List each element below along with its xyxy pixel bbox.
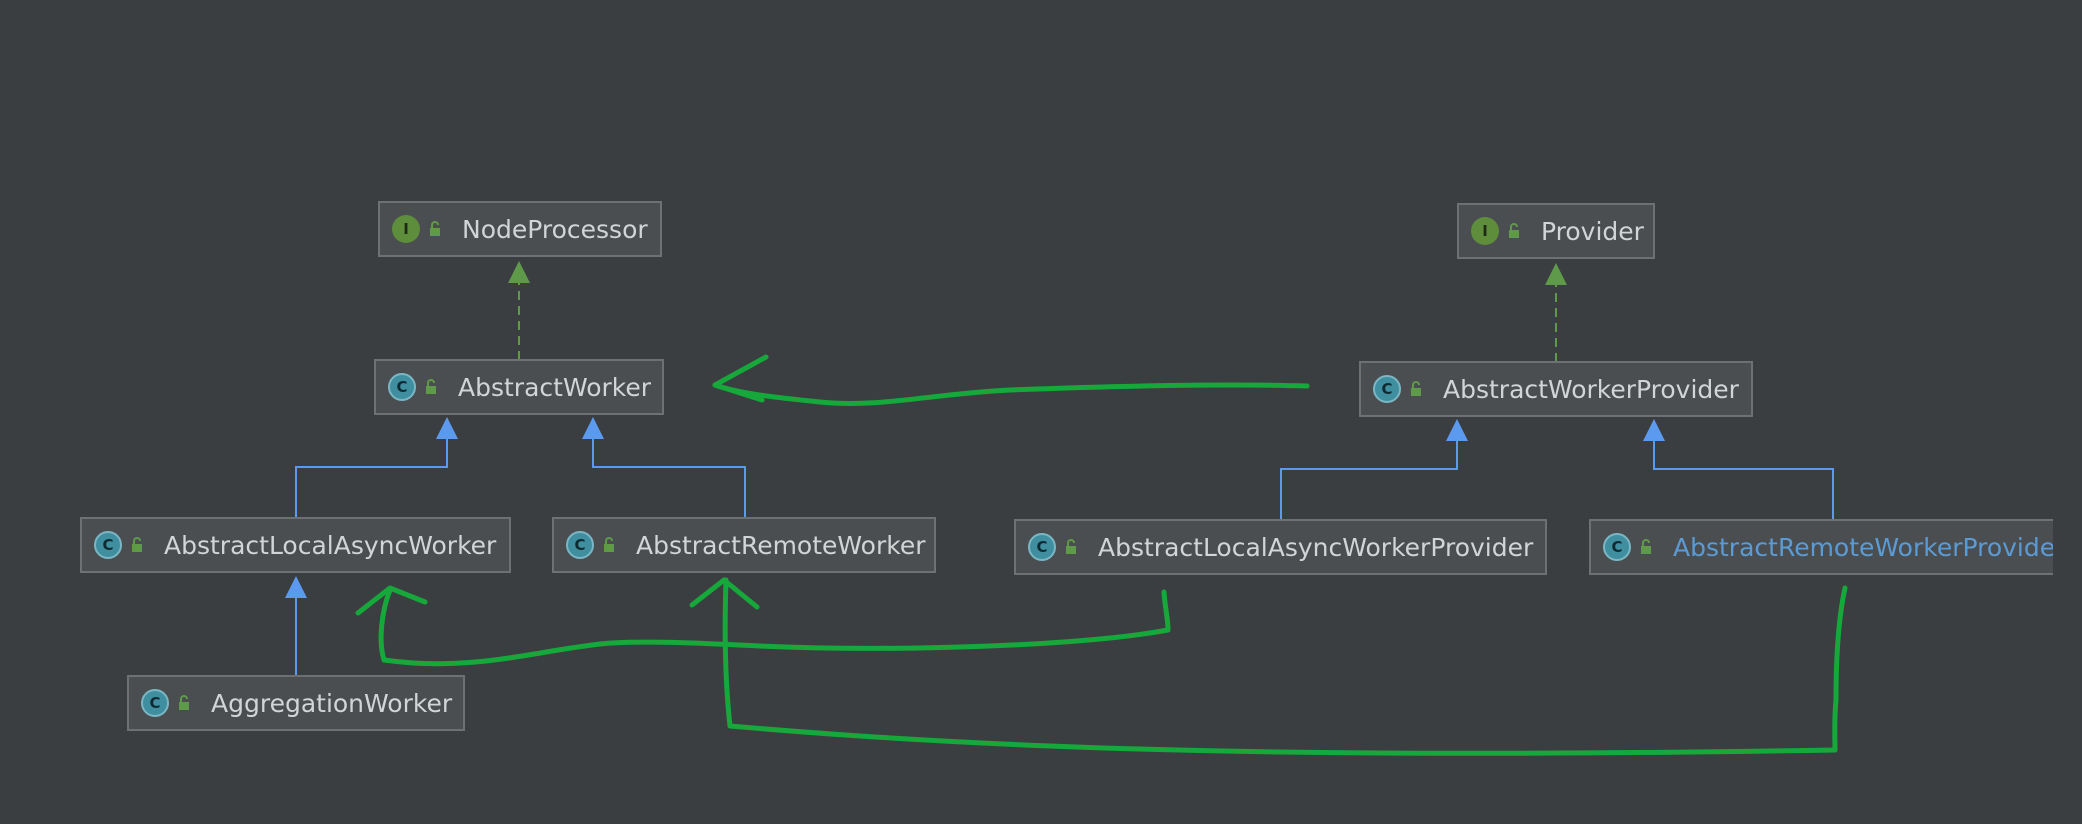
class-node-abstract-worker[interactable]: C AbstractWorker (374, 359, 664, 415)
class-node-label: AbstractRemoteWorker (636, 530, 926, 560)
class-icon: C (141, 689, 169, 717)
class-node-abstract-local-async-worker[interactable]: C AbstractLocalAsyncWorker (80, 517, 511, 573)
class-node-label: NodeProcessor (462, 214, 648, 244)
annotation-arrow-provider-to-worker (712, 354, 1310, 406)
lock-icon (130, 536, 148, 554)
extends-arrow-abstract-remote-worker-provider (1643, 419, 1834, 519)
class-node-label: AbstractLocalAsyncWorkerProvider (1098, 532, 1534, 562)
class-node-node-processor[interactable]: I NodeProcessor (378, 201, 662, 257)
interface-icon: I (1471, 217, 1499, 245)
class-node-label: AbstractWorkerProvider (1443, 374, 1739, 404)
class-icon: C (388, 373, 416, 401)
uml-class-diagram: I NodeProcessor C AbstractWorker C Abstr… (0, 0, 2082, 824)
extends-arrow-abstract-local-async-worker (295, 417, 458, 517)
lock-icon (1064, 538, 1082, 556)
lock-icon (424, 378, 442, 396)
lock-icon (1409, 380, 1427, 398)
extends-arrow-aggregation-worker (285, 576, 307, 675)
class-node-abstract-remote-worker[interactable]: C AbstractRemoteWorker (552, 517, 936, 573)
class-node-label: AbstractRemoteWorkerProvider (1673, 532, 2053, 562)
class-icon: C (1373, 375, 1401, 403)
annotation-arrow-local-provider-to-local-worker (355, 585, 1171, 667)
class-icon: C (1028, 533, 1056, 561)
lock-icon (602, 536, 620, 554)
lock-icon (1639, 538, 1657, 556)
class-icon: C (566, 531, 594, 559)
implements-arrow-abstract-worker-provider (1545, 263, 1567, 362)
class-node-abstract-worker-provider[interactable]: C AbstractWorkerProvider (1359, 361, 1753, 417)
lock-icon (1507, 222, 1525, 240)
class-node-label: AbstractLocalAsyncWorker (164, 530, 497, 560)
class-node-label: Provider (1541, 216, 1644, 246)
extends-arrow-abstract-remote-worker (582, 417, 746, 517)
class-node-abstract-local-async-worker-provider[interactable]: C AbstractLocalAsyncWorkerProvider (1014, 519, 1547, 575)
annotation-arrow-remote-provider-to-remote-worker (689, 577, 1848, 756)
class-node-aggregation-worker[interactable]: C AggregationWorker (127, 675, 465, 731)
class-icon: C (1603, 533, 1631, 561)
class-icon: C (94, 531, 122, 559)
interface-icon: I (392, 215, 420, 243)
class-node-provider[interactable]: I Provider (1457, 203, 1655, 259)
class-node-label: AbstractWorker (458, 372, 652, 402)
extends-arrow-abstract-local-async-worker-provider (1280, 419, 1468, 519)
lock-icon (177, 694, 195, 712)
class-node-label: AggregationWorker (211, 688, 453, 718)
lock-icon (428, 220, 446, 238)
class-node-abstract-remote-worker-provider[interactable]: C AbstractRemoteWorkerProvider (1589, 519, 2053, 575)
implements-arrow-abstract-worker (508, 261, 530, 360)
